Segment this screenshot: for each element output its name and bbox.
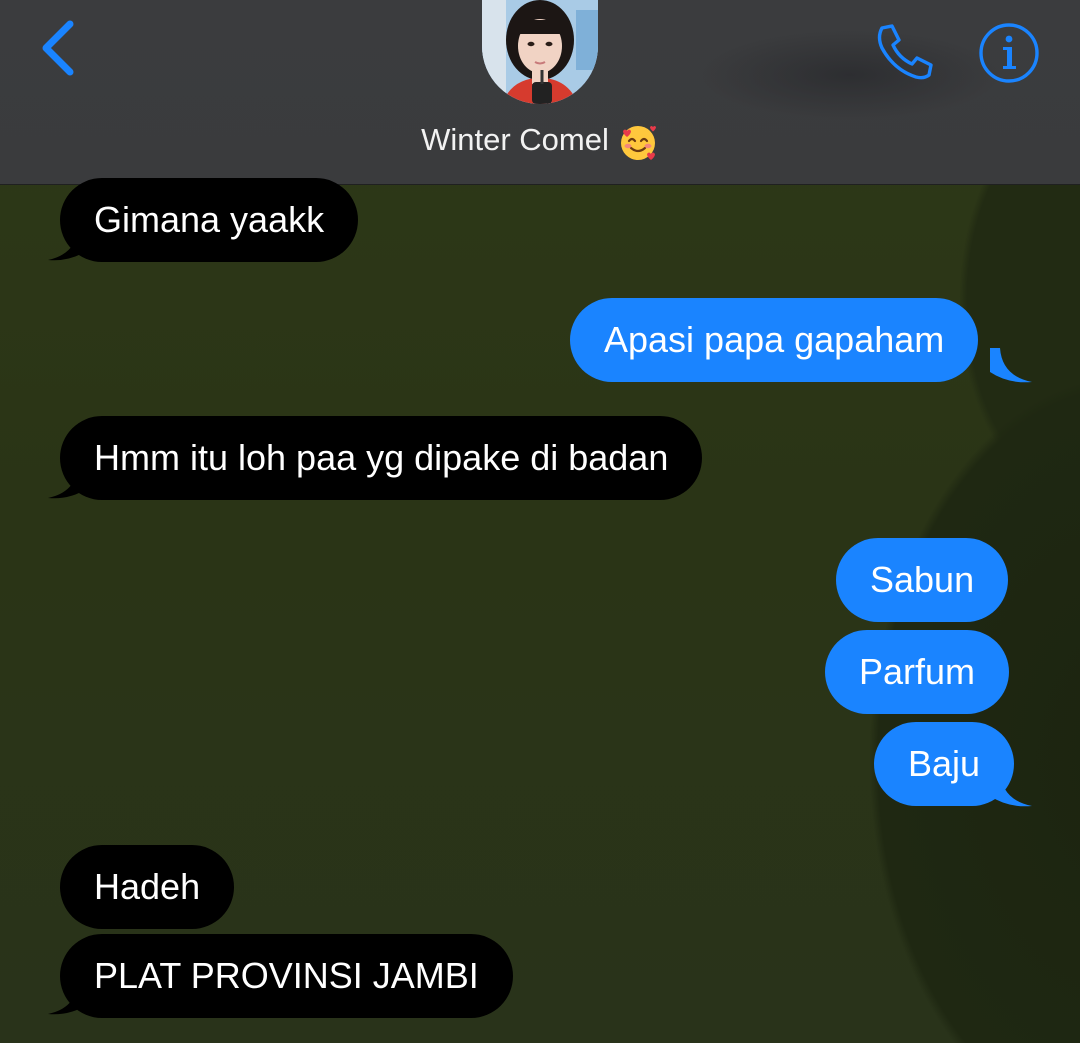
header-blur [700, 30, 1000, 120]
sent-message[interactable]: Baju [874, 722, 1015, 806]
contact-name[interactable]: Winter Comel [0, 118, 1080, 162]
message-text: Baju [908, 743, 981, 784]
info-button[interactable] [978, 22, 1040, 84]
message-text: Hadeh [94, 866, 201, 907]
phone-icon [877, 24, 933, 80]
received-message[interactable]: Gimana yaakk [60, 178, 359, 262]
message-text: Sabun [870, 559, 975, 600]
message-text: Hmm itu loh paa yg dipake di badan [94, 437, 669, 478]
message-text: Parfum [859, 651, 976, 692]
back-button[interactable] [36, 18, 80, 78]
smiling-face-with-hearts-icon [617, 121, 659, 163]
conversation-header: Winter Comel [0, 0, 1080, 185]
sent-message[interactable]: Sabun [836, 538, 1009, 622]
call-button[interactable] [872, 22, 936, 82]
message-text: PLAT PROVINSI JAMBI [94, 955, 479, 996]
contact-name-label: Winter Comel [421, 122, 609, 157]
info-icon [979, 23, 1039, 83]
bubble-tail [990, 348, 1032, 383]
chevron-left-icon [42, 20, 74, 76]
message-text: Apasi papa gapaham [604, 319, 945, 360]
avatar-photo [482, 0, 598, 104]
contact-avatar[interactable] [482, 0, 598, 104]
received-message[interactable]: Hmm itu loh paa yg dipake di badan [60, 416, 703, 500]
message-text: Gimana yaakk [94, 199, 325, 240]
sent-message[interactable]: Parfum [825, 630, 1010, 714]
sent-message[interactable]: Apasi papa gapaham [570, 298, 979, 382]
received-message[interactable]: PLAT PROVINSI JAMBI [60, 934, 513, 1018]
received-message[interactable]: Hadeh [60, 845, 235, 929]
